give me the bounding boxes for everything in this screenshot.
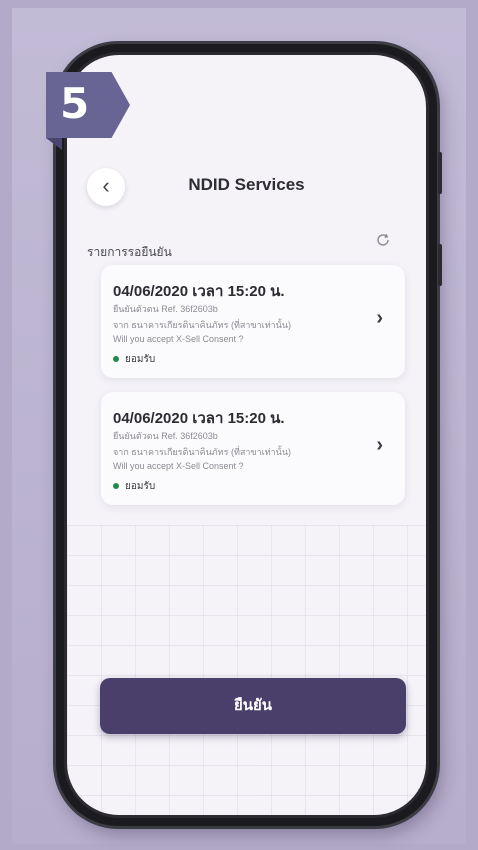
phone-frame: ‹ NDID Services รายการรอยืนยัน 04/06/202…	[56, 44, 442, 826]
request-card[interactable]: 04/06/2020 เวลา 15:20 น. ยืนยันตัวตน Ref…	[101, 392, 405, 505]
status-dot-icon	[113, 483, 119, 490]
background-grid	[67, 525, 426, 815]
card-ref: ยืนยันตัวตน Ref. 36f2603b	[113, 304, 218, 314]
status-badge: ยอมรับ	[113, 479, 155, 494]
request-card[interactable]: 04/06/2020 เวลา 15:20 น. ยืนยันตัวตน Ref…	[101, 265, 405, 378]
status-text: ยอมรับ	[125, 354, 156, 365]
chevron-right-icon: ›	[376, 434, 383, 456]
card-question: Will you accept X-Sell Consent ?	[113, 334, 244, 344]
card-date: 04/06/2020 เวลา 15:20 น.	[113, 283, 285, 300]
card-source: จาก ธนาคารเกียรตินาคินภัทร (ที่สาขาเท่าน…	[113, 447, 291, 457]
side-button-top	[438, 152, 442, 194]
page-title: NDID Services	[188, 175, 305, 194]
phone-screen: ‹ NDID Services รายการรอยืนยัน 04/06/202…	[64, 52, 429, 818]
side-button-bottom	[438, 244, 442, 286]
card-question: Will you accept X-Sell Consent ?	[113, 461, 244, 471]
card-source: จาก ธนาคารเกียรตินาคินภัทร (ที่สาขาเท่าน…	[113, 320, 291, 330]
card-date: 04/06/2020 เวลา 15:20 น.	[113, 410, 285, 427]
status-badge: ยอมรับ	[113, 352, 155, 367]
section-label: รายการรอยืนยัน	[87, 245, 172, 259]
card-ref: ยืนยันตัวตน Ref. 36f2603b	[113, 431, 218, 441]
status-text: ยอมรับ	[125, 481, 156, 492]
refresh-icon[interactable]	[374, 231, 392, 249]
status-dot-icon	[113, 356, 119, 363]
chevron-right-icon: ›	[376, 307, 383, 329]
step-number: 5	[60, 79, 90, 128]
confirm-button[interactable]: ยืนยัน	[100, 678, 406, 734]
